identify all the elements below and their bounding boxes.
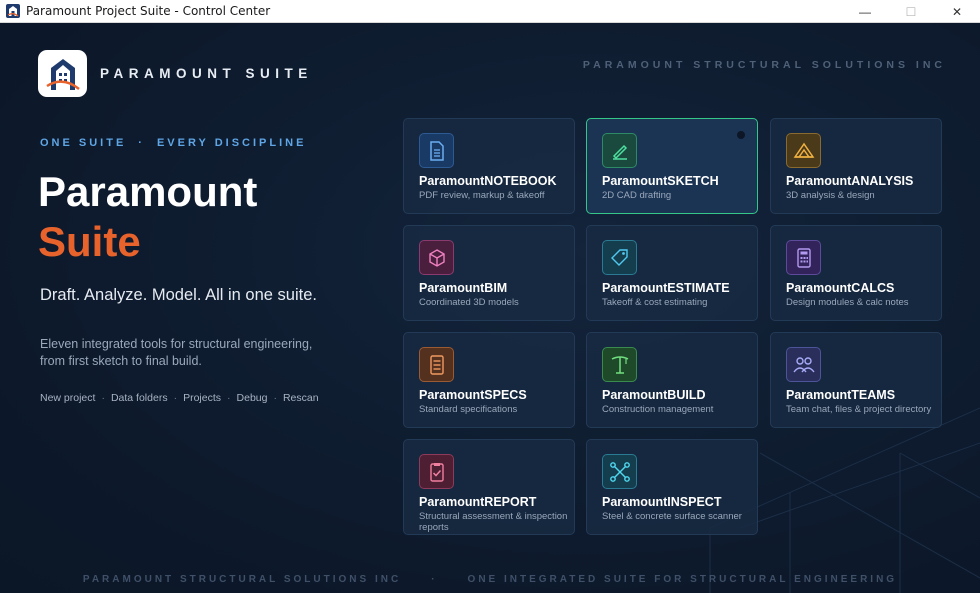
hero-title-line1: Paramount bbox=[38, 168, 258, 215]
app-card-calcs[interactable]: ParamountCALCS Design modules & calc not… bbox=[770, 225, 942, 321]
spec-list-icon bbox=[419, 347, 454, 382]
quick-links: New project · Data folders · Projects · … bbox=[40, 392, 319, 404]
app-description: Coordinated 3D models bbox=[419, 297, 519, 308]
tagline-left: ONE SUITE bbox=[40, 137, 127, 149]
app-name: ParamountCALCS bbox=[786, 281, 895, 295]
pen-icon bbox=[602, 133, 637, 168]
link-separator: · bbox=[273, 392, 277, 404]
minimize-button[interactable]: — bbox=[842, 0, 888, 23]
app-card-inspect[interactable]: ParamountINSPECT Steel & concrete surfac… bbox=[586, 439, 758, 535]
app-description: Standard specifications bbox=[419, 404, 518, 415]
clipboard-check-icon bbox=[419, 454, 454, 489]
tagline-right: EVERY DISCIPLINE bbox=[156, 137, 307, 149]
main-panel: PARAMOUNT SUITE PARAMOUNT STRUCTURAL SOL… bbox=[0, 23, 980, 593]
app-name: ParamountTEAMS bbox=[786, 388, 896, 402]
app-name: ParamountANALYSIS bbox=[786, 174, 914, 188]
tag-icon bbox=[602, 240, 637, 275]
app-name: ParamountBUILD bbox=[602, 388, 706, 402]
app-description: Steel & concrete surface scanner bbox=[602, 511, 742, 522]
link-data-folders[interactable]: Data folders bbox=[111, 392, 168, 404]
app-description: Structural assessment & inspection repor… bbox=[419, 511, 568, 533]
app-name: ParamountBIM bbox=[419, 281, 508, 295]
company-name: PARAMOUNT STRUCTURAL SOLUTIONS INC bbox=[582, 59, 946, 71]
brand-logo bbox=[38, 50, 87, 97]
hero-subhead: Draft. Analyze. Model. All in one suite. bbox=[40, 286, 317, 304]
app-name: ParamountSPECS bbox=[419, 388, 527, 402]
brand-name: PARAMOUNT SUITE bbox=[100, 66, 313, 81]
app-card-teams[interactable]: ParamountTEAMS Team chat, files & projec… bbox=[770, 332, 942, 428]
app-card-build[interactable]: ParamountBUILD Construction management bbox=[586, 332, 758, 428]
cube-icon bbox=[419, 240, 454, 275]
calculator-icon bbox=[786, 240, 821, 275]
app-description: Takeoff & cost estimating bbox=[602, 297, 708, 308]
app-name: ParamountREPORT bbox=[419, 495, 537, 509]
footer-separator: · bbox=[431, 574, 438, 585]
link-projects[interactable]: Projects bbox=[183, 392, 221, 404]
scanner-icon bbox=[602, 454, 637, 489]
footer: PARAMOUNT STRUCTURAL SOLUTIONS INC · ONE I… bbox=[0, 574, 980, 585]
link-debug[interactable]: Debug bbox=[237, 392, 268, 404]
app-card-report[interactable]: ParamountREPORT Structural assessment & … bbox=[403, 439, 575, 535]
link-separator: · bbox=[101, 392, 105, 404]
app-description: Design modules & calc notes bbox=[786, 297, 909, 308]
app-description: 2D CAD drafting bbox=[602, 190, 672, 201]
tagline-separator: · bbox=[138, 137, 145, 149]
window-title: Paramount Project Suite - Control Center bbox=[26, 4, 271, 18]
people-icon bbox=[786, 347, 821, 382]
app-name: ParamountESTIMATE bbox=[602, 281, 730, 295]
hero-description: Eleven integrated tools for structural e… bbox=[40, 337, 313, 368]
link-rescan[interactable]: Rescan bbox=[283, 392, 319, 404]
app-card-bim[interactable]: ParamountBIM Coordinated 3D models bbox=[403, 225, 575, 321]
maximize-button[interactable]: ☐ bbox=[888, 0, 934, 23]
app-name: ParamountSKETCH bbox=[602, 174, 719, 188]
app-card-specs[interactable]: ParamountSPECS Standard specifications bbox=[403, 332, 575, 428]
app-description: 3D analysis & design bbox=[786, 190, 875, 201]
paramount-building-logo-icon bbox=[45, 58, 80, 90]
tagline: ONE SUITE · EVERY DISCIPLINE bbox=[40, 137, 306, 149]
app-description: Construction management bbox=[602, 404, 714, 415]
crane-icon bbox=[602, 347, 637, 382]
document-icon bbox=[419, 133, 454, 168]
app-logo-icon bbox=[6, 4, 20, 18]
truss-icon bbox=[786, 133, 821, 168]
app-name: ParamountINSPECT bbox=[602, 495, 722, 509]
app-card-sketch[interactable]: ParamountSKETCH 2D CAD drafting bbox=[586, 118, 758, 214]
app-description: PDF review, markup & takeoff bbox=[419, 190, 545, 201]
app-card-estimate[interactable]: ParamountESTIMATE Takeoff & cost estimat… bbox=[586, 225, 758, 321]
hero-title-line2: Suite bbox=[38, 218, 141, 265]
app-name: ParamountNOTEBOOK bbox=[419, 174, 557, 188]
app-description: Team chat, files & project directory bbox=[786, 404, 932, 415]
footer-right: ONE INTEGRATED SUITE FOR STRUCTURAL ENGI… bbox=[467, 574, 898, 585]
link-separator: · bbox=[173, 392, 178, 404]
app-card-notebook[interactable]: ParamountNOTEBOOK PDF review, markup & t… bbox=[403, 118, 575, 214]
window-titlebar: Paramount Project Suite - Control Center… bbox=[0, 0, 980, 23]
footer-left: PARAMOUNT STRUCTURAL SOLUTIONS INC bbox=[82, 574, 402, 585]
link-new-project[interactable]: New project bbox=[40, 392, 95, 404]
close-button[interactable]: ✕ bbox=[934, 0, 980, 23]
app-card-analysis[interactable]: ParamountANALYSIS 3D analysis & design bbox=[770, 118, 942, 214]
link-separator: · bbox=[227, 392, 231, 404]
status-dot bbox=[737, 131, 745, 139]
